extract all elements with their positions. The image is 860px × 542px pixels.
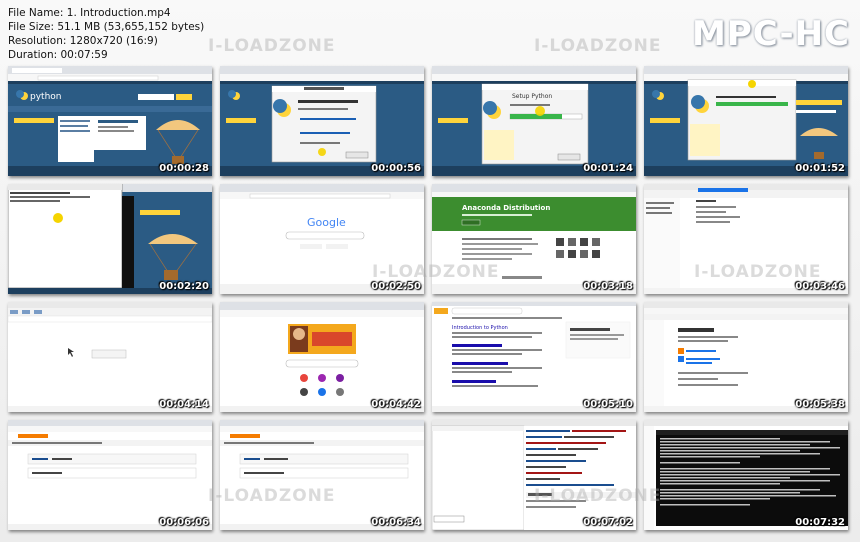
file-name: File Name: 1. Introduction.mp4 bbox=[8, 7, 171, 19]
file-info: File Name: 1. Introduction.mp4 File Size… bbox=[8, 6, 204, 62]
timestamp: 00:07:02 bbox=[583, 517, 633, 528]
timestamp: 00:04:14 bbox=[159, 399, 209, 410]
thumbnail[interactable]: 00:01:52 bbox=[644, 66, 848, 176]
timestamp: 00:02:20 bbox=[159, 281, 209, 292]
timestamp: 00:05:38 bbox=[795, 399, 845, 410]
timestamp: 00:00:56 bbox=[371, 163, 421, 174]
thumbnail[interactable]: 00:02:20 bbox=[8, 184, 212, 294]
timestamp: 00:03:18 bbox=[583, 281, 633, 292]
contact-sheet: File Name: 1. Introduction.mp4 File Size… bbox=[0, 0, 860, 542]
anaconda-title: Anaconda Distribution bbox=[462, 204, 550, 212]
python-progress-screenshot: Setup Python bbox=[432, 66, 636, 176]
timestamp: 00:06:34 bbox=[371, 517, 421, 528]
search-results-screenshot: Introduction to Python bbox=[432, 302, 636, 412]
google-doodle-screenshot bbox=[220, 302, 424, 412]
thumbnail[interactable]: 00:07:02 bbox=[432, 420, 636, 530]
timestamp: 00:00:28 bbox=[159, 163, 209, 174]
watermark: I-LOADZONE bbox=[372, 262, 500, 282]
blank-app-screenshot bbox=[8, 302, 212, 412]
watermark: I-LOADZONE bbox=[534, 36, 662, 56]
file-size: File Size: 51.1 MB (53,655,152 bytes) bbox=[8, 21, 205, 33]
jupyter-notebook-screenshot bbox=[644, 302, 848, 412]
file-resolution: Resolution: 1280x720 (16:9) bbox=[8, 35, 158, 47]
watermark: I-LOADZONE bbox=[208, 36, 336, 56]
python-download-screenshot: python bbox=[8, 66, 212, 176]
thumbnail[interactable]: 00:04:42 bbox=[220, 302, 424, 412]
timestamp: 00:06:06 bbox=[159, 517, 209, 528]
watermark: I-LOADZONE bbox=[534, 486, 662, 506]
timestamp: 00:03:46 bbox=[795, 281, 845, 292]
timestamp: 00:01:24 bbox=[583, 163, 633, 174]
command-prompt-screenshot bbox=[644, 420, 848, 530]
watermark: I-LOADZONE bbox=[694, 262, 822, 282]
code-editor-screenshot bbox=[432, 420, 636, 530]
thumbnail[interactable]: Introduction to Python 00:05:10 bbox=[432, 302, 636, 412]
timestamp: 00:02:50 bbox=[371, 281, 421, 292]
thumbnail[interactable]: 00:00:56 bbox=[220, 66, 424, 176]
watermark: I-LOADZONE bbox=[208, 486, 336, 506]
file-duration: Duration: 00:07:59 bbox=[8, 49, 108, 61]
thumbnail[interactable]: 00:04:14 bbox=[8, 302, 212, 412]
python-complete-screenshot bbox=[644, 66, 848, 176]
google-logo: Google bbox=[307, 216, 346, 229]
timestamp: 00:01:52 bbox=[795, 163, 845, 174]
thumbnail-grid: python 00:00:28 00:00:56 Setup Python 00… bbox=[8, 66, 854, 532]
mpc-hc-logo: MPC-HC bbox=[691, 14, 850, 54]
thumbnail[interactable]: 00:07:32 bbox=[644, 420, 848, 530]
notebook-cell-2-screenshot bbox=[220, 420, 424, 530]
python-logo-text: python bbox=[30, 92, 61, 102]
timestamp: 00:04:42 bbox=[371, 399, 421, 410]
thumbnail[interactable]: python 00:00:28 bbox=[8, 66, 212, 176]
thumbnail[interactable]: 00:06:34 bbox=[220, 420, 424, 530]
timestamp: 00:05:10 bbox=[583, 399, 633, 410]
python-setup-screenshot bbox=[220, 66, 424, 176]
timestamp: 00:07:32 bbox=[795, 517, 845, 528]
thumbnail[interactable]: 00:05:38 bbox=[644, 302, 848, 412]
setup-title: Setup Python bbox=[512, 93, 552, 100]
thumbnail[interactable]: 00:06:06 bbox=[8, 420, 212, 530]
thumbnail[interactable]: Setup Python 00:01:24 bbox=[432, 66, 636, 176]
notebook-cell-screenshot bbox=[8, 420, 212, 530]
search-result-title: Introduction to Python bbox=[452, 325, 508, 331]
python-window-overlay-screenshot bbox=[8, 184, 212, 294]
